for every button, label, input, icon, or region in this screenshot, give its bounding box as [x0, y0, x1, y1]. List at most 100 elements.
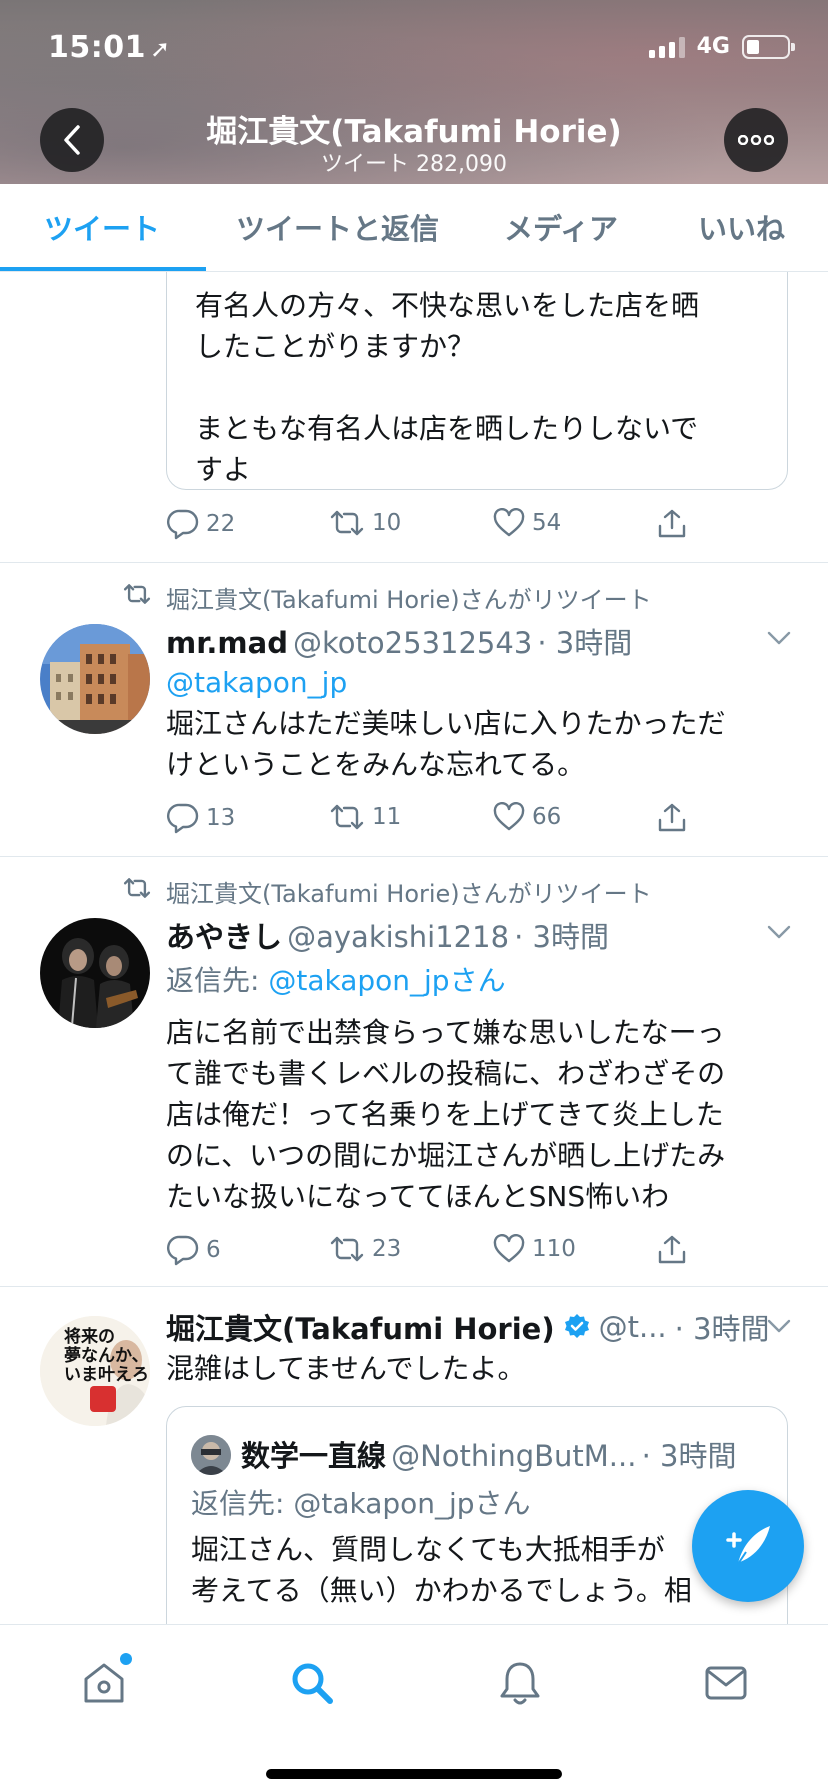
- reply-to-link[interactable]: @takapon_jpさん: [268, 964, 505, 997]
- quote-tweet-time: · 3時間: [641, 1439, 737, 1473]
- nav-search[interactable]: [280, 1651, 344, 1715]
- tab-tweets-and-replies[interactable]: ツイートと返信: [236, 206, 439, 248]
- tab-media[interactable]: メディア: [504, 206, 618, 248]
- reply-button[interactable]: 6: [166, 1234, 221, 1266]
- tab-tweets[interactable]: ツイート: [44, 206, 160, 248]
- share-icon: [658, 1235, 686, 1264]
- reply-count: 6: [206, 1237, 221, 1263]
- retweet-indicator-icon: [122, 876, 152, 904]
- tweet-actions: 22 10 54: [166, 508, 726, 548]
- tweet-divider: [0, 562, 828, 563]
- quote-user-handle: @NothingButM...: [391, 1439, 637, 1473]
- more-button[interactable]: [724, 108, 788, 172]
- tweet-menu-button[interactable]: [766, 1318, 792, 1338]
- avatar[interactable]: 将来の 夢なんか、 いま叶えろ: [40, 1316, 150, 1426]
- share-button[interactable]: [656, 802, 688, 834]
- location-arrow-icon: ➚: [150, 35, 171, 63]
- chevron-down-icon: [767, 925, 791, 939]
- quote-avatar: [191, 1435, 231, 1475]
- like-count: 110: [532, 1236, 576, 1262]
- tweet-time: · 3時間: [537, 626, 633, 660]
- retweet-button[interactable]: 11: [328, 802, 401, 832]
- avatar-book-title: 将来の 夢なんか、 いま叶えろ: [64, 1327, 149, 1385]
- reply-button[interactable]: 22: [166, 508, 235, 540]
- signal-icon: [648, 36, 685, 58]
- quote-header: 数学一直線 @NothingButM... · 3時間: [241, 1433, 736, 1475]
- quote-text-line: 堀江さん、質問しなくても大抵相手が: [191, 1533, 665, 1566]
- tweet-text-line: 混雑はしてませんでしたよ。: [166, 1352, 526, 1385]
- tweet-text-line: けということをみんな忘れてる。: [166, 748, 586, 781]
- tweet-menu-button[interactable]: [766, 630, 792, 650]
- tab-likes[interactable]: いいね: [698, 206, 785, 248]
- like-count: 66: [532, 804, 562, 830]
- compose-feather-icon: [726, 1526, 770, 1565]
- share-icon: [658, 803, 686, 832]
- tweet-text-line: 堀江さんはただ美味しい店に入りたかっただ: [166, 707, 726, 740]
- heart-icon: [493, 508, 525, 537]
- search-icon: [292, 1663, 333, 1704]
- bell-icon: [500, 1662, 540, 1705]
- retweet-button[interactable]: 23: [328, 1234, 401, 1264]
- tweet-divider: [0, 856, 828, 857]
- avatar-band-photo: [40, 918, 150, 1028]
- new-content-dot: [120, 1653, 132, 1665]
- retweet-icon: [330, 1236, 364, 1262]
- quote-text-line: すよ: [195, 453, 252, 486]
- quoted-tweet[interactable]: 有名人の方々、不快な思いをした店を晒 したことがりますか？ まともな有名人は店を…: [166, 272, 788, 490]
- home-icon: [84, 1663, 124, 1703]
- nav-messages[interactable]: [694, 1651, 758, 1715]
- tweet-text-line: のに、いつの間にか堀江さんが晒し上げたみ: [166, 1139, 726, 1172]
- reply-button[interactable]: 13: [166, 802, 235, 834]
- home-indicator: [266, 1769, 562, 1779]
- quote-text-line: したことがりますか？: [195, 330, 476, 363]
- display-name[interactable]: 堀江貴文(Takafumi Horie): [166, 1306, 555, 1348]
- tweet-text-line: たいな扱いになっててほんとSNS怖いわ: [166, 1180, 670, 1213]
- like-button[interactable]: 54: [492, 508, 561, 538]
- mention-link[interactable]: @takapon_jp: [166, 662, 347, 703]
- quoted-tweet[interactable]: 数学一直線 @NothingButM... · 3時間 返信先: @takapo…: [166, 1406, 788, 1624]
- like-button[interactable]: 110: [492, 1234, 576, 1264]
- retweet-button[interactable]: 10: [328, 508, 401, 538]
- tweet-actions: 13 11 66: [166, 802, 726, 842]
- share-icon: [658, 509, 686, 538]
- compose-tweet-button[interactable]: [692, 1490, 804, 1602]
- heart-icon: [493, 1234, 525, 1263]
- avatar[interactable]: [40, 624, 150, 734]
- quote-display-name: 数学一直線: [241, 1439, 387, 1473]
- reply-to-line: 返信先: @takapon_jpさん: [166, 960, 506, 1001]
- network-type: 4G: [696, 34, 730, 59]
- reply-icon: [167, 509, 199, 540]
- nav-notifications[interactable]: [488, 1651, 552, 1715]
- mail-icon: [705, 1666, 747, 1700]
- retweeted-by-label: 堀江貴文(Takafumi Horie)さんがリツイート: [166, 586, 652, 614]
- retweet-count: 23: [372, 1236, 402, 1262]
- quote-text-line: まともな有名人は店を晒したりしないで: [195, 412, 699, 445]
- share-button[interactable]: [656, 1234, 688, 1266]
- tweet-header: あやきし @ayakishi1218 · 3時間: [166, 914, 609, 956]
- more-dots-icon: [738, 135, 774, 145]
- tweet-text-line: て誰でも書くレベルの投稿に、わざわざその: [166, 1057, 726, 1090]
- bottom-tab-bar: [0, 1624, 828, 1792]
- retweet-count: 10: [372, 510, 402, 536]
- status-indicators: 4G: [648, 34, 795, 59]
- reply-icon: [167, 803, 199, 834]
- timeline[interactable]: 有名人の方々、不快な思いをした店を晒 したことがりますか？ まともな有名人は店を…: [0, 272, 828, 1624]
- retweet-icon: [330, 510, 364, 536]
- user-handle: @ayakishi1218: [287, 920, 510, 954]
- share-button[interactable]: [656, 508, 688, 540]
- quote-text-line: 有名人の方々、不快な思いをした店を晒: [195, 289, 700, 322]
- tweet-actions: 6 23 110: [166, 1234, 726, 1274]
- verified-badge-icon: [564, 1314, 589, 1338]
- like-button[interactable]: 66: [492, 802, 561, 832]
- tweet-menu-button[interactable]: [766, 924, 792, 944]
- retweet-icon: [330, 804, 364, 830]
- display-name[interactable]: mr.mad: [166, 626, 288, 660]
- status-time: 15:01 ➚: [48, 30, 171, 65]
- tweet-divider: [0, 1286, 828, 1287]
- nav-home[interactable]: [72, 1651, 136, 1715]
- avatar[interactable]: [40, 918, 150, 1028]
- display-name[interactable]: あやきし: [166, 920, 282, 954]
- heart-icon: [493, 802, 525, 831]
- reply-count: 13: [206, 805, 236, 831]
- profile-name: 堀江貴文(Takafumi Horie): [206, 114, 622, 150]
